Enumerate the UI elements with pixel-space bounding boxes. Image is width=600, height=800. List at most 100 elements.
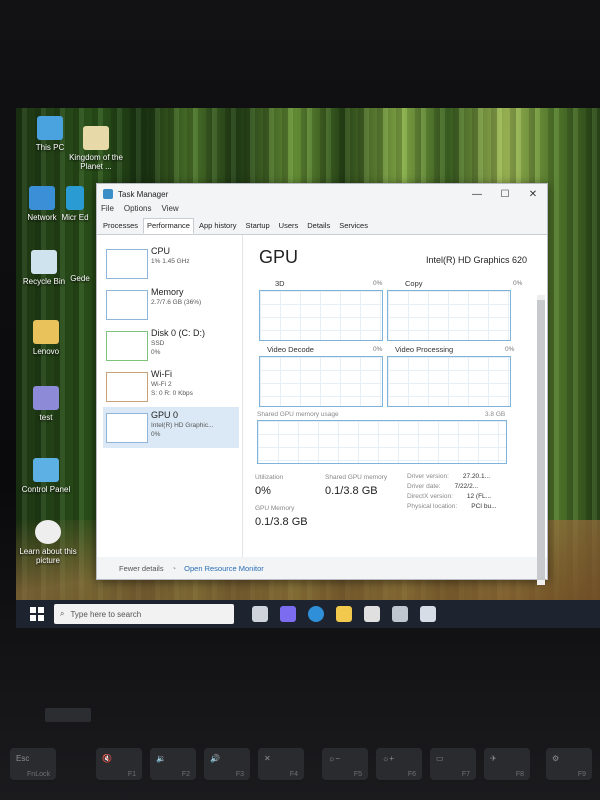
copilot-icon[interactable] <box>280 606 296 622</box>
f4-key[interactable]: ✕ F4 <box>258 748 304 782</box>
scrollbar-thumb[interactable] <box>537 300 545 580</box>
display-icon: ▭ <box>436 754 444 763</box>
keyboard-function-row: Esc FnLock 🔇 F1 🔉 F2 🔊 F3 ✕ F4 ☼− F5 ☼+ F6 ▭ F7 … <box>0 742 600 784</box>
tab-details[interactable]: Details <box>303 218 334 234</box>
f7-key[interactable]: ▭ F7 <box>430 748 476 782</box>
start-button[interactable] <box>30 607 44 621</box>
menu-bar: File Options View <box>97 204 547 218</box>
maximize-button[interactable]: ☐ <box>491 189 519 200</box>
key-sublabel: F6 <box>407 771 416 778</box>
edge-taskbar-icon[interactable] <box>308 606 324 622</box>
window-footer: Fewer details ◔ Open Resource Monitor <box>97 557 547 579</box>
detail-key: DirectX version: <box>407 493 453 500</box>
resource-wifi[interactable]: Wi-Fi Wi-Fi 2 S: 0 R: 0 Kbps <box>103 366 239 407</box>
settings-icon: ⚙ <box>552 754 560 763</box>
physical-location-row: Physical location: PCI bu... <box>407 503 497 510</box>
engine-3d-label[interactable]: 3D <box>275 279 285 288</box>
engine-copy-pct: 0% <box>513 280 523 287</box>
graph-video-processing <box>387 356 511 407</box>
shared-gpu-memory-value: 0.1/3.8 GB <box>325 485 378 497</box>
mail-icon[interactable] <box>392 606 408 622</box>
wifi-mini-graph <box>106 372 148 402</box>
menu-file[interactable]: File <box>101 204 114 218</box>
resource-cpu[interactable]: CPU 1% 1.45 GHz <box>103 243 239 284</box>
resource-name: Disk 0 (C: D:) <box>151 328 205 338</box>
tab-startup[interactable]: Startup <box>241 218 273 234</box>
control-panel-icon[interactable]: Control Panel <box>16 458 76 494</box>
key-sublabel: F2 <box>181 771 190 778</box>
brightness-down-icon: ☼− <box>328 754 341 763</box>
resource-name: CPU <box>151 246 171 256</box>
learn-about-picture-icon[interactable]: Learn about this picture <box>18 520 78 565</box>
brightness-up-icon: ☼+ <box>382 754 395 763</box>
gede-icon[interactable]: Gede <box>66 274 94 283</box>
volume-down-icon: 🔉 <box>156 754 166 763</box>
task-view-icon[interactable] <box>252 606 268 622</box>
search-placeholder: Type here to search <box>70 609 142 619</box>
f3-key[interactable]: 🔊 F3 <box>204 748 250 782</box>
gpu-memory-label: GPU Memory <box>255 505 295 512</box>
test-file-icon[interactable]: test <box>16 386 76 422</box>
performance-panel: CPU 1% 1.45 GHz Memory 2.7/7.6 GB (36%) … <box>97 235 547 585</box>
f9-key[interactable]: ⚙ F9 <box>546 748 592 782</box>
minimize-button[interactable]: — <box>463 189 491 200</box>
detail-key: Driver date: <box>407 483 441 490</box>
task-manager-icon <box>103 189 113 199</box>
open-resource-monitor-link[interactable]: Open Resource Monitor <box>184 564 264 573</box>
task-manager-window: Task Manager — ☐ ✕ File Options View Pro… <box>96 183 548 585</box>
kingdom-shortcut-icon[interactable]: Kingdom of the Planet ... <box>66 126 126 171</box>
resource-detail: 0% <box>151 349 161 356</box>
graph-3d <box>259 290 383 341</box>
laptop-hinge <box>45 708 91 722</box>
mic-mute-icon: ✕ <box>264 754 271 763</box>
resource-disk[interactable]: Disk 0 (C: D:) SSD 0% <box>103 325 239 366</box>
store-icon[interactable] <box>364 606 380 622</box>
resource-monitor-icon: ◔ <box>171 563 177 573</box>
directx-version-row: DirectX version: 12 (FL... <box>407 493 491 500</box>
taskbar-search-box[interactable]: ⌕ Type here to search <box>54 604 234 624</box>
f6-key[interactable]: ☼+ F6 <box>376 748 422 782</box>
key-label: Esc <box>16 754 30 763</box>
engine-copy-label[interactable]: Copy <box>405 279 423 288</box>
shared-memory-usage-label: Shared GPU memory usage <box>257 411 339 418</box>
tab-users[interactable]: Users <box>275 218 303 234</box>
f8-key[interactable]: ✈ F8 <box>484 748 530 782</box>
engine-video-processing-label[interactable]: Video Processing <box>395 345 453 354</box>
detail-value: PCI bu... <box>471 503 497 510</box>
f2-key[interactable]: 🔉 F2 <box>150 748 196 782</box>
menu-view[interactable]: View <box>161 204 178 218</box>
tab-services[interactable]: Services <box>335 218 372 234</box>
airplane-icon: ✈ <box>490 754 497 763</box>
tab-app-history[interactable]: App history <box>195 218 241 234</box>
resource-memory[interactable]: Memory 2.7/7.6 GB (36%) <box>103 284 239 325</box>
resource-name: Wi-Fi <box>151 369 172 379</box>
detail-value: 27.20.1... <box>462 473 491 480</box>
tab-performance[interactable]: Performance <box>143 218 194 234</box>
edge-icon[interactable]: Micr Ed <box>60 186 90 222</box>
file-explorer-icon[interactable] <box>336 606 352 622</box>
f5-key[interactable]: ☼− F5 <box>322 748 368 782</box>
lenovo-folder-icon[interactable]: Lenovo <box>16 320 76 356</box>
key-sublabel: FnLock <box>27 771 50 778</box>
key-sublabel: F5 <box>353 771 362 778</box>
detail-value: 7/22/2... <box>454 483 479 490</box>
gpu-title: GPU <box>259 247 299 267</box>
mute-icon: 🔇 <box>102 754 112 763</box>
title-bar[interactable]: Task Manager — ☐ ✕ <box>97 184 547 204</box>
resource-gpu[interactable]: GPU 0 Intel(R) HD Graphic... 0% <box>103 407 239 448</box>
close-button[interactable]: ✕ <box>519 189 547 200</box>
resource-detail: 1% 1.45 GHz <box>151 258 190 265</box>
fewer-details-link[interactable]: Fewer details <box>119 564 164 573</box>
task-manager-taskbar-icon[interactable] <box>420 606 436 622</box>
menu-options[interactable]: Options <box>124 204 152 218</box>
utilization-value: 0% <box>255 485 271 497</box>
tab-strip: Processes Performance App history Startu… <box>97 218 547 235</box>
tab-processes[interactable]: Processes <box>99 218 142 234</box>
esc-key[interactable]: Esc FnLock <box>10 748 56 782</box>
vertical-scrollbar[interactable] <box>537 295 545 585</box>
utilization-label: Utilization <box>255 474 284 481</box>
shared-memory-max: 3.8 GB <box>485 411 506 418</box>
engine-video-decode-label[interactable]: Video Decode <box>267 345 314 354</box>
f1-key[interactable]: 🔇 F1 <box>96 748 142 782</box>
resource-detail: SSD <box>151 340 165 347</box>
